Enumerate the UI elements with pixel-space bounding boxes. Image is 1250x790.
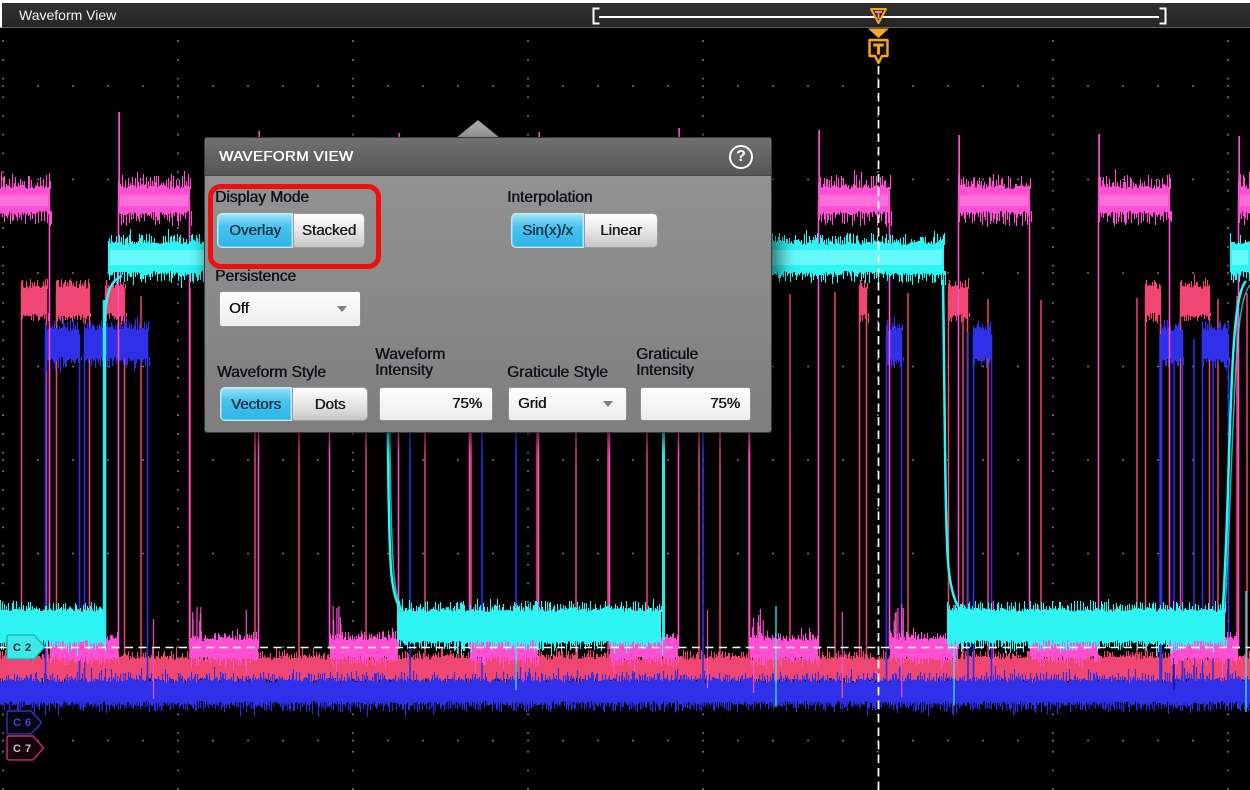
svg-text:C 6: C 6 — [13, 717, 32, 729]
svg-text:C 7: C 7 — [13, 743, 32, 755]
svg-text:C 2: C 2 — [13, 642, 32, 654]
